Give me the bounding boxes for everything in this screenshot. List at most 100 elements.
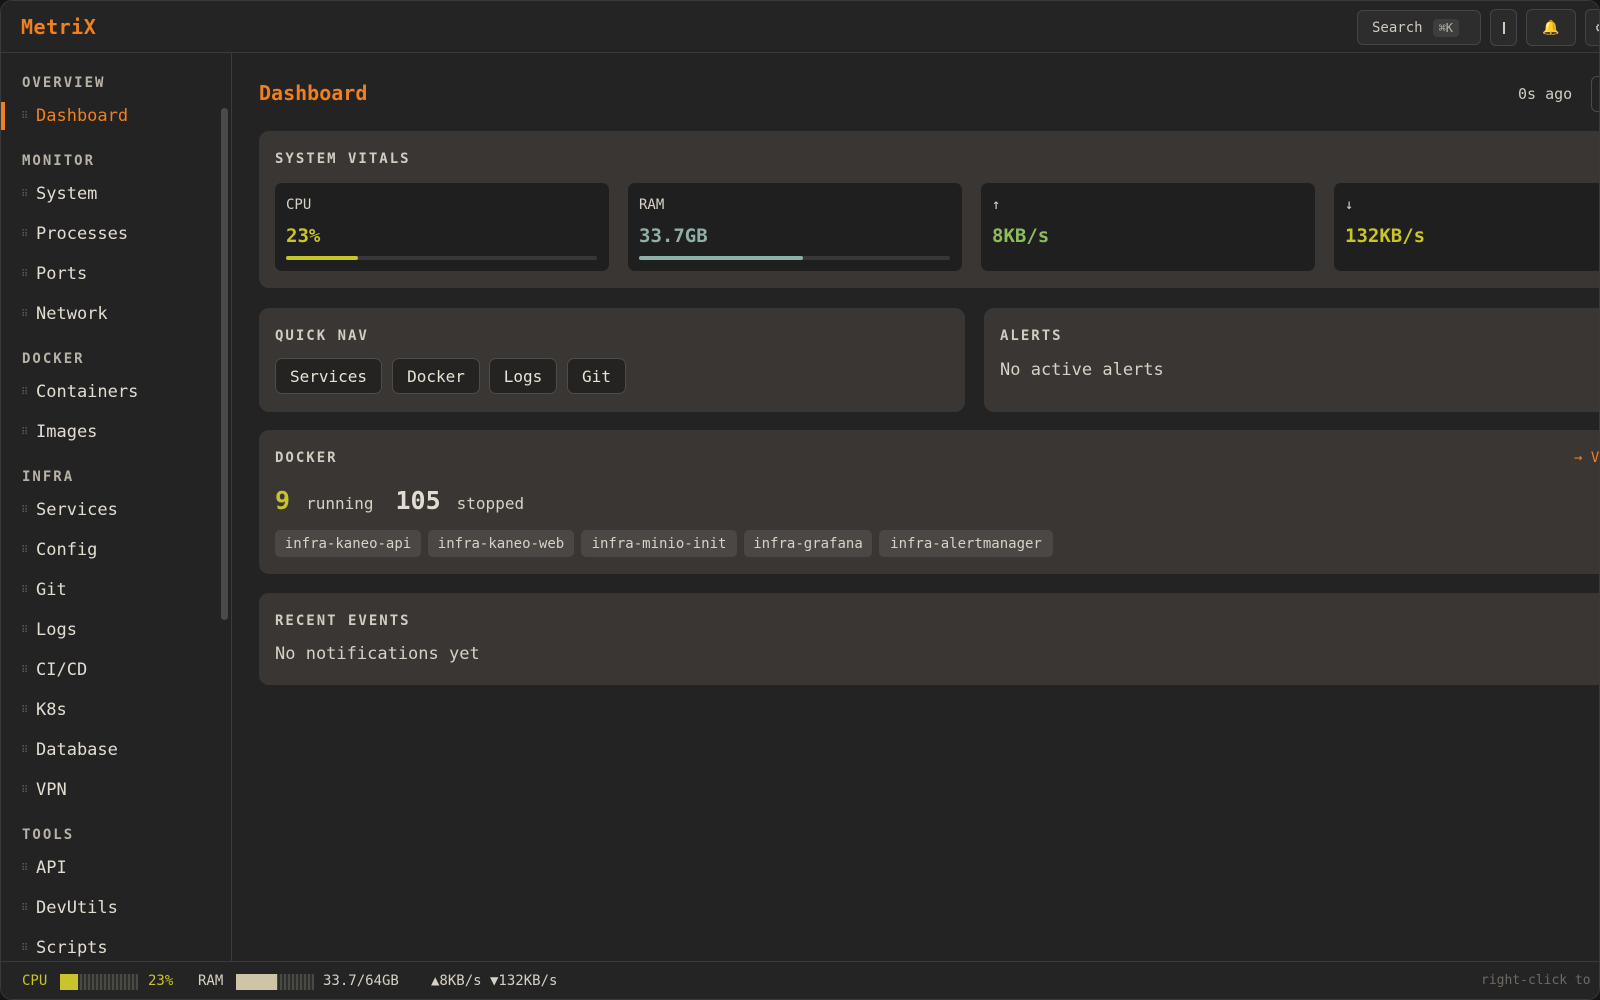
drag-handle-icon[interactable]: ⠿ xyxy=(21,665,36,676)
sidebar-item-label: Scripts xyxy=(36,938,108,958)
alerts-empty-text: No active alerts xyxy=(1000,360,1164,380)
status-ram-meter-fill xyxy=(236,974,278,990)
drag-handle-icon[interactable]: ⠿ xyxy=(21,585,36,596)
bell-icon: 🔔 xyxy=(1542,19,1560,36)
status-cpu-meter-fill xyxy=(60,974,78,990)
drag-handle-icon[interactable]: ⠿ xyxy=(21,903,36,914)
download-arrow-icon: ↓ xyxy=(1345,197,1354,213)
search-shortcut: ⌘K xyxy=(1432,18,1460,37)
drag-handle-icon[interactable]: ⠿ xyxy=(21,189,36,200)
quick-nav-title: QUICK NAV xyxy=(275,328,369,344)
alerts-title: ALERTS xyxy=(1000,328,1063,344)
refresh-button[interactable] xyxy=(1591,76,1599,112)
drag-handle-icon[interactable]: ⠿ xyxy=(21,111,36,122)
sidebar-item-label: Images xyxy=(36,422,98,442)
drag-handle-icon[interactable]: ⠿ xyxy=(21,387,36,398)
quick-nav-docker-button[interactable]: Docker xyxy=(392,358,480,394)
sidebar-item-network[interactable]: ⠿ Network xyxy=(1,295,219,333)
sidebar-item-vpn[interactable]: ⠿ VPN xyxy=(1,771,219,809)
nav-section-title: OVERVIEW xyxy=(22,75,106,91)
sidebar-item-label: Dashboard xyxy=(36,106,129,126)
sidebar-item-label: VPN xyxy=(36,780,67,800)
drag-handle-icon[interactable]: ⠿ xyxy=(21,229,36,240)
quick-nav-card: QUICK NAV Services Docker Logs Git xyxy=(259,308,965,412)
drag-handle-icon[interactable]: ⠿ xyxy=(21,705,36,716)
recent-events-empty-text: No notifications yet xyxy=(275,644,480,664)
drag-handle-icon[interactable]: ⠿ xyxy=(21,309,36,320)
sidebar-item-logs[interactable]: ⠿ Logs xyxy=(1,611,219,649)
sidebar-item-label: Services xyxy=(36,500,118,520)
cpu-progress xyxy=(286,256,597,260)
docker-view-all-link[interactable]: → V xyxy=(1574,450,1599,466)
ram-value: 33.7GB xyxy=(639,225,708,247)
sidebar-item-label: Network xyxy=(36,304,108,324)
recent-events-card: RECENT EVENTS No notifications yet xyxy=(259,593,1599,685)
app-logo[interactable]: MetriX xyxy=(21,15,96,39)
quick-nav-services-button[interactable]: Services xyxy=(275,358,382,394)
nav-section-title: DOCKER xyxy=(22,351,85,367)
stopped-label: stopped xyxy=(456,494,525,513)
stopped-count: 105 xyxy=(395,486,441,515)
sidebar-item-label: System xyxy=(36,184,98,204)
sidebar-item-system[interactable]: ⠿ System xyxy=(1,175,219,213)
search-label: Search xyxy=(1372,19,1423,36)
drag-handle-icon[interactable]: ⠿ xyxy=(21,505,36,516)
system-vitals-title: SYSTEM VITALS xyxy=(275,151,411,167)
drag-handle-icon[interactable]: ⠿ xyxy=(21,863,36,874)
notifications-button[interactable]: 🔔 xyxy=(1526,9,1576,46)
settings-button[interactable]: ⚙ xyxy=(1585,9,1599,46)
top-bar: MetriX Search ⌘K 🔔 ⚙ xyxy=(1,1,1599,53)
status-hint: right-click to xyxy=(1481,973,1591,988)
quick-nav-git-button[interactable]: Git xyxy=(567,358,626,394)
sidebar-item-api[interactable]: ⠿ API xyxy=(1,849,219,887)
drag-handle-icon[interactable]: ⠿ xyxy=(21,625,36,636)
sidebar-item-processes[interactable]: ⠿ Processes xyxy=(1,215,219,253)
status-network: ▲8KB/s ▼132KB/s xyxy=(431,973,558,989)
sidebar-item-git[interactable]: ⠿ Git xyxy=(1,571,219,609)
status-cpu-label: CPU xyxy=(22,973,48,989)
docker-title: DOCKER xyxy=(275,450,338,466)
drag-handle-icon[interactable]: ⠿ xyxy=(21,427,36,438)
ram-label: RAM xyxy=(639,197,665,213)
drag-handle-icon[interactable]: ⠿ xyxy=(21,745,36,756)
drag-handle-icon[interactable]: ⠿ xyxy=(21,545,36,556)
upload-vital: ↑ 8KB/s xyxy=(981,183,1315,271)
container-tag[interactable]: infra-minio-init xyxy=(581,530,737,557)
sidebar-item-ports[interactable]: ⠿ Ports xyxy=(1,255,219,293)
container-tag[interactable]: infra-grafana xyxy=(744,530,872,557)
running-label: running xyxy=(306,494,374,513)
docker-summary: 9 running 105 stopped xyxy=(275,486,524,515)
sidebar-item-ci-cd[interactable]: ⠿ CI/CD xyxy=(1,651,219,689)
status-cpu-meter xyxy=(60,974,138,990)
sidebar-item-images[interactable]: ⠿ Images xyxy=(1,413,219,451)
nav-section-title: TOOLS xyxy=(22,827,75,843)
main-content: Dashboard 0s ago SYSTEM VITALS CPU 23% R… xyxy=(233,53,1599,961)
docker-card: DOCKER → V 9 running 105 stopped infra-k… xyxy=(259,430,1599,574)
download-vital: ↓ 132KB/s xyxy=(1334,183,1599,271)
drag-handle-icon[interactable]: ⠿ xyxy=(21,943,36,954)
status-bar: CPU 23% RAM 33.7/64GB ▲8KB/s ▼132KB/s ri… xyxy=(1,961,1599,999)
nav-section-title: INFRA xyxy=(22,469,75,485)
sidebar-scrollbar[interactable] xyxy=(221,108,228,620)
sidebar-item-services[interactable]: ⠿ Services xyxy=(1,491,219,529)
container-tag[interactable]: infra-kaneo-web xyxy=(428,530,574,557)
sidebar-item-containers[interactable]: ⠿ Containers xyxy=(1,373,219,411)
drag-handle-icon[interactable]: ⠿ xyxy=(21,785,36,796)
gear-icon: ⚙ xyxy=(1596,20,1599,36)
sidebar-item-label: CI/CD xyxy=(36,660,88,680)
sidebar-item-dashboard[interactable]: ⠿ Dashboard xyxy=(1,97,219,135)
container-tag[interactable]: infra-alertmanager xyxy=(879,530,1053,557)
sidebar-item-label: K8s xyxy=(36,700,67,720)
toggle-button[interactable] xyxy=(1490,9,1517,46)
drag-handle-icon[interactable]: ⠿ xyxy=(21,269,36,280)
app-window: MetriX Search ⌘K 🔔 ⚙ OVERVIEW⠿DashboardM… xyxy=(0,0,1600,1000)
sidebar-item-database[interactable]: ⠿ Database xyxy=(1,731,219,769)
search-button[interactable]: Search ⌘K xyxy=(1357,10,1481,45)
last-updated: 0s ago xyxy=(1518,85,1573,103)
sidebar-item-label: Containers xyxy=(36,382,139,402)
container-tag[interactable]: infra-kaneo-api xyxy=(275,530,421,557)
sidebar-item-k8s[interactable]: ⠿ K8s xyxy=(1,691,219,729)
quick-nav-logs-button[interactable]: Logs xyxy=(489,358,557,394)
sidebar-item-config[interactable]: ⠿ Config xyxy=(1,531,219,569)
sidebar-item-devutils[interactable]: ⠿ DevUtils xyxy=(1,889,219,927)
